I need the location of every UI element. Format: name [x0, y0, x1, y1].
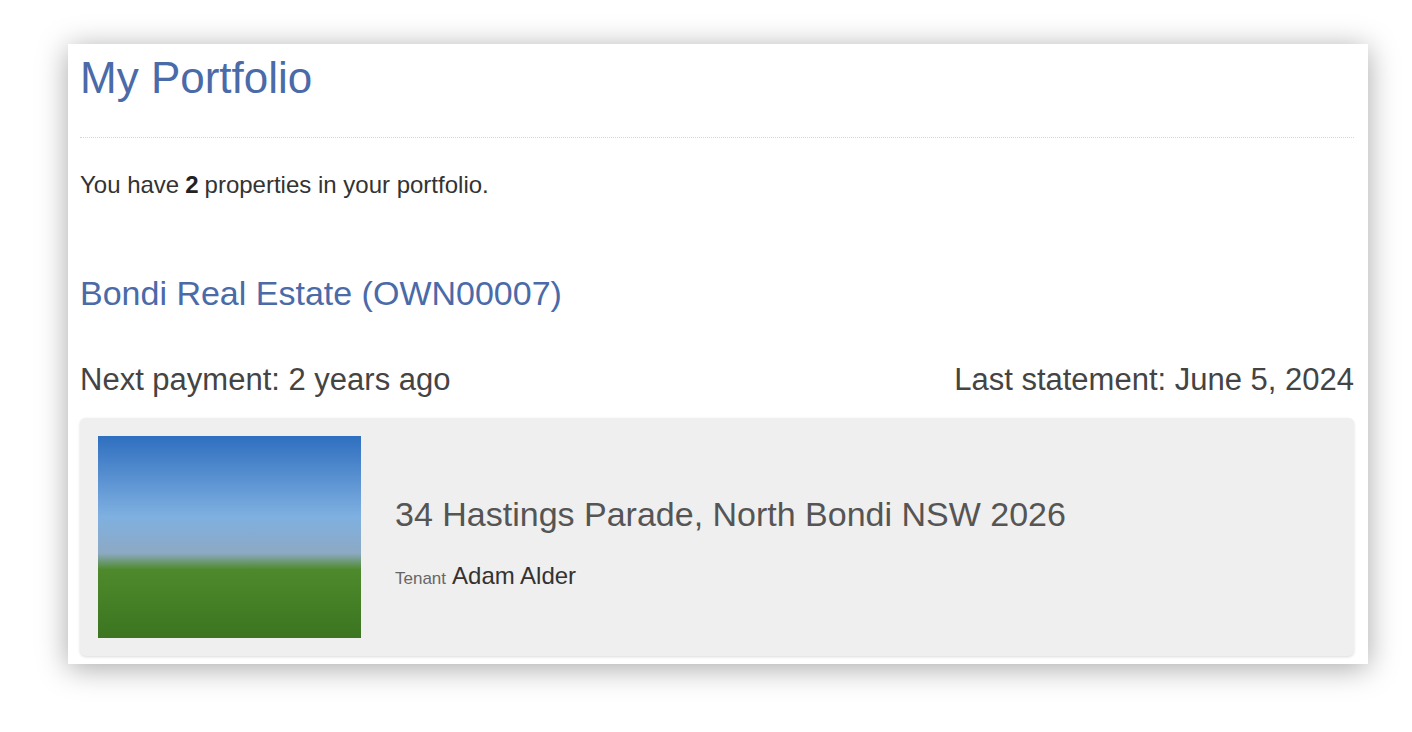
- property-info: 34 Hastings Parade, North Bondi NSW 2026…: [395, 436, 1066, 638]
- property-count: 2: [185, 168, 198, 202]
- page: My Portfolio You have2properties in your …: [0, 0, 1412, 732]
- next-payment: Next payment: 2 years ago: [80, 360, 450, 400]
- tenant-row: TenantAdam Alder: [395, 560, 1066, 595]
- summary-suffix: properties in your portfolio.: [205, 168, 489, 202]
- owner-link[interactable]: Bondi Real Estate (OWN00007): [80, 271, 1354, 315]
- summary-prefix: You have: [80, 168, 179, 202]
- property-address: 34 Hastings Parade, North Bondi NSW 2026: [395, 492, 1066, 536]
- tenant-name: Adam Alder: [452, 560, 576, 592]
- property-photo: [98, 436, 361, 638]
- portfolio-summary: You have2properties in your portfolio.: [80, 168, 1354, 202]
- tenant-label: Tenant: [395, 563, 446, 595]
- panel-header: My Portfolio: [80, 44, 1354, 138]
- property-card[interactable]: 34 Hastings Parade, North Bondi NSW 2026…: [80, 418, 1354, 656]
- page-title: My Portfolio: [80, 52, 1354, 104]
- last-statement: Last statement: June 5, 2024: [954, 360, 1354, 400]
- portfolio-panel: My Portfolio You have2properties in your …: [68, 44, 1368, 664]
- owner-meta-row: Next payment: 2 years ago Last statement:…: [80, 360, 1354, 400]
